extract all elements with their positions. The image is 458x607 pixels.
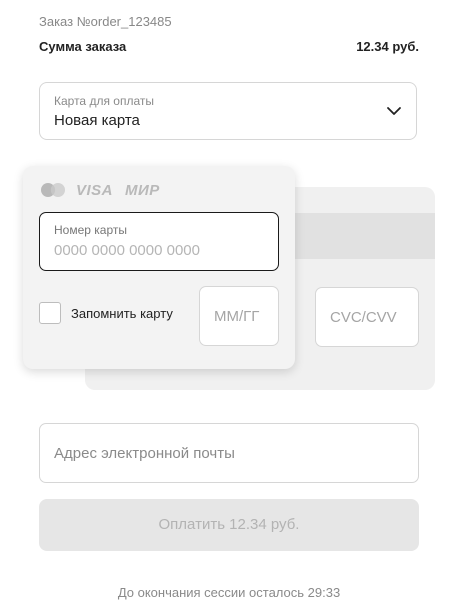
- pay-button[interactable]: Оплатить 12.34 руб.: [39, 499, 419, 551]
- payment-card-select-label: Карта для оплаты: [54, 94, 154, 108]
- email-field[interactable]: [39, 423, 419, 483]
- payment-card-select[interactable]: Карта для оплаты Новая карта: [39, 82, 417, 140]
- card-front-panel: VISA МИР Номер карты Запомнить карту: [23, 166, 295, 369]
- chevron-down-icon[interactable]: [386, 103, 402, 119]
- payment-card-select-value: Новая карта: [54, 112, 140, 129]
- session-timer: До окончания сессии осталось 29:33: [117, 585, 341, 600]
- card-brands: VISA МИР: [39, 181, 160, 199]
- card-number-label: Номер карты: [54, 223, 127, 237]
- email-input[interactable]: [54, 424, 412, 482]
- expiry-input[interactable]: [214, 287, 272, 345]
- cvc-input[interactable]: [330, 288, 412, 346]
- cvc-field[interactable]: [315, 287, 419, 347]
- order-id: Заказ №order_123485: [39, 14, 172, 29]
- remember-card-label[interactable]: Запомнить карту: [71, 306, 173, 321]
- mir-logo: МИР: [125, 181, 160, 199]
- visa-logo: VISA: [76, 181, 114, 199]
- order-sum-label: Сумма заказа: [39, 39, 127, 54]
- remember-card-checkbox[interactable]: [39, 302, 61, 324]
- mastercard-icon: [41, 183, 65, 197]
- card-number-input[interactable]: [54, 242, 264, 259]
- card-number-field[interactable]: Номер карты: [39, 212, 279, 271]
- expiry-field[interactable]: [199, 286, 279, 346]
- order-sum-value: 12.34 руб.: [356, 39, 419, 54]
